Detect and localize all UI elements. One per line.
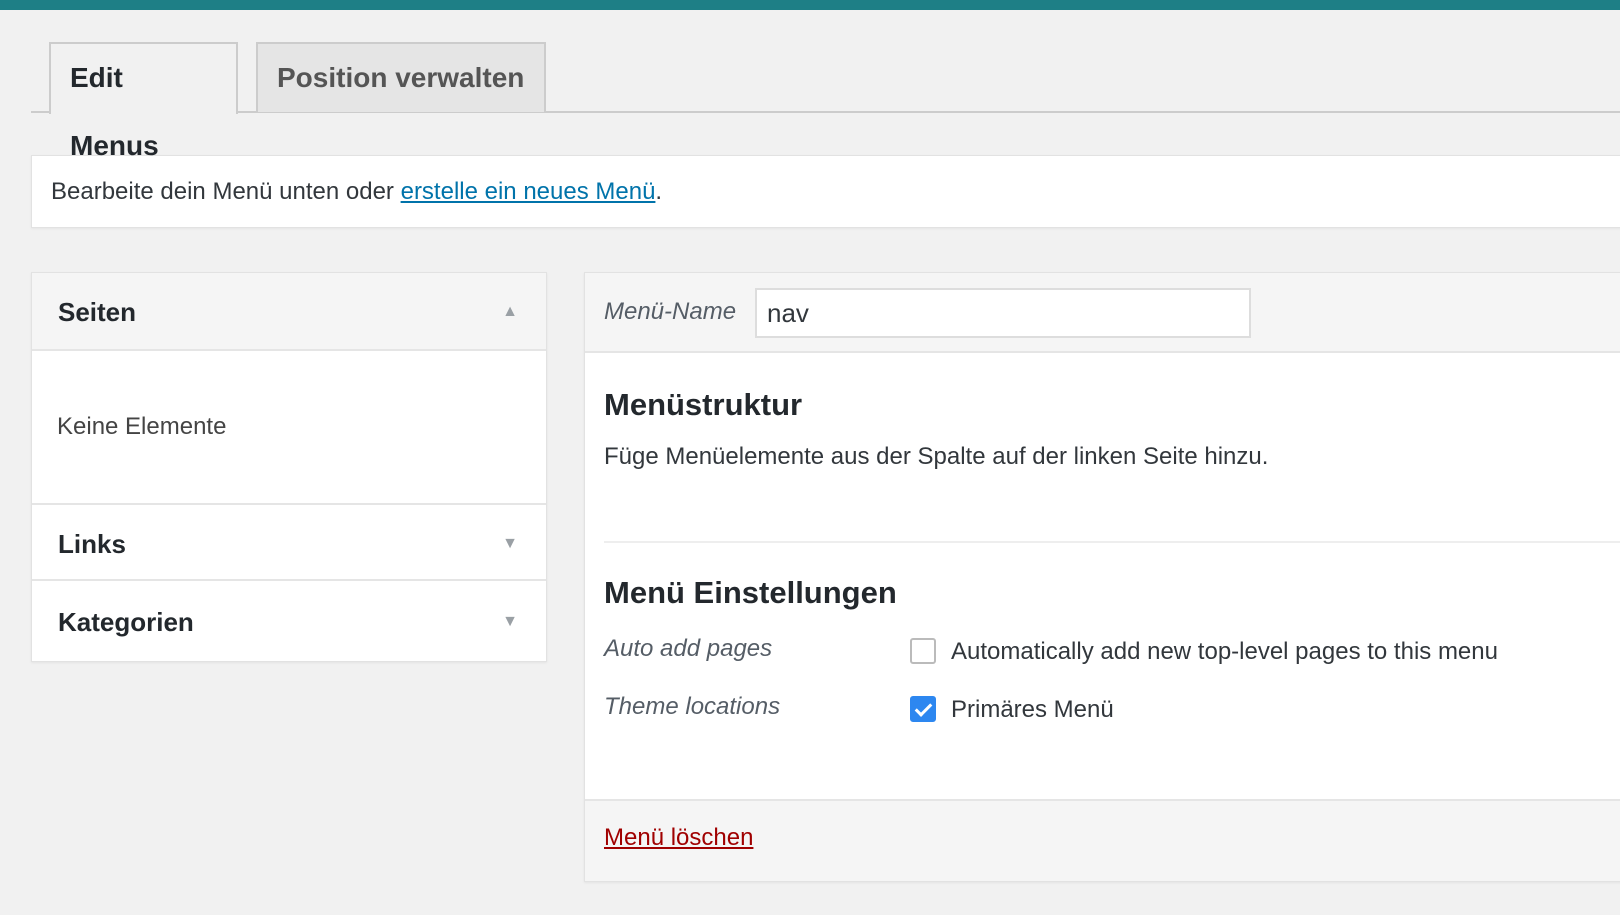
accordion-section-categories[interactable]: Kategorien ▼ [32, 583, 546, 661]
section-divider [604, 541, 1620, 543]
menu-items-accordion: Seiten ▲ Keine Elemente Links ▼ Kategori… [31, 272, 547, 662]
menu-structure-title: Menüstruktur [604, 387, 803, 422]
accordion-section-pages[interactable]: Seiten ▲ [32, 273, 546, 351]
admin-top-bar [0, 0, 1620, 10]
triangle-down-icon[interactable]: ▼ [502, 583, 518, 661]
theme-locations-label: Theme locations [604, 693, 781, 720]
notice-text: Bearbeite dein Menü unten oder [51, 178, 394, 205]
tab-manage-locations[interactable]: Position verwalten [256, 42, 546, 112]
create-new-menu-link[interactable]: erstelle ein neues Menü [401, 178, 656, 205]
notice-bar: Bearbeite dein Menü unten oder erstelle … [31, 155, 1620, 228]
delete-menu-link[interactable]: Menü löschen [604, 824, 753, 852]
auto-add-pages-checkbox[interactable] [910, 638, 936, 664]
auto-add-pages-label: Auto add pages [604, 635, 773, 662]
menu-settings-title: Menü Einstellungen [604, 575, 897, 610]
menu-editor-panel: Menü-Name Menüstruktur Füge Menüelemente… [584, 272, 1620, 882]
menu-name-label: Menü-Name [604, 298, 737, 325]
primary-menu-checkbox[interactable] [910, 696, 936, 722]
triangle-down-icon[interactable]: ▼ [502, 505, 518, 583]
pages-empty-message: Keine Elemente [57, 413, 227, 440]
accordion-title-links: Links [58, 529, 126, 559]
notice-suffix: . [655, 178, 663, 205]
triangle-up-icon[interactable]: ▲ [502, 273, 518, 351]
menu-editor-footer: Menü löschen [585, 799, 1620, 881]
menu-structure-description: Füge Menüelemente aus der Spalte auf der… [604, 443, 1269, 470]
primary-menu-text[interactable]: Primäres Menü [951, 696, 1114, 724]
tab-edit-menus[interactable]: Edit Menus [49, 42, 238, 161]
accordion-title-categories: Kategorien [58, 607, 194, 637]
accordion-title-pages: Seiten [58, 297, 137, 327]
menu-name-input[interactable] [755, 288, 1251, 338]
auto-add-pages-text[interactable]: Automatically add new top-level pages to… [951, 638, 1498, 666]
menu-name-header: Menü-Name [585, 273, 1620, 353]
accordion-section-links[interactable]: Links ▼ [32, 503, 546, 581]
